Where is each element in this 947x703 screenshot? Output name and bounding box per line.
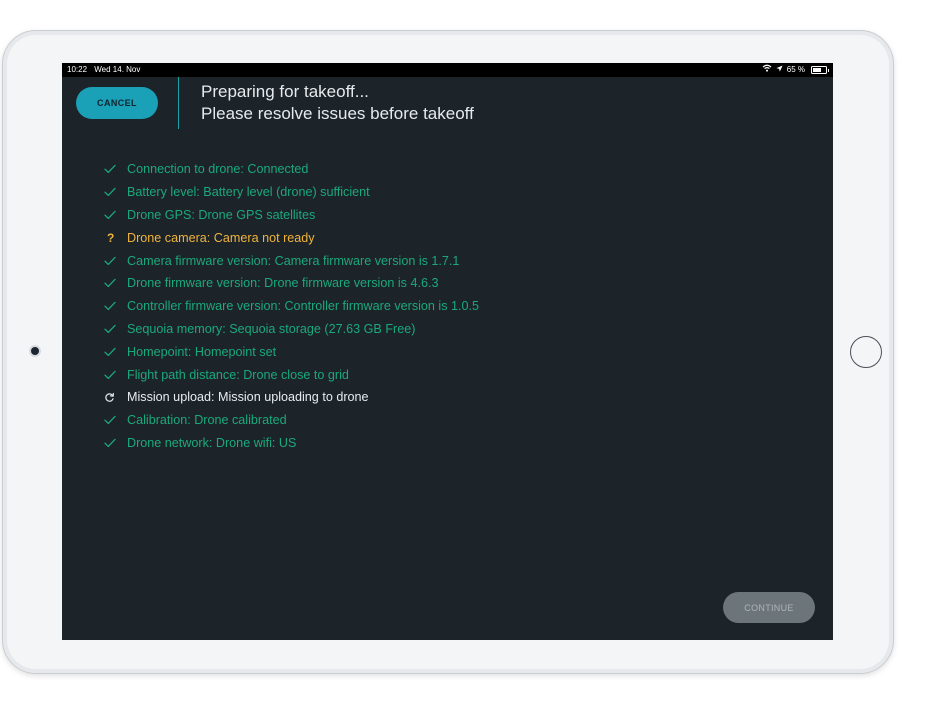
checklist-item-text: Flight path distance: Drone close to gri… <box>127 367 349 382</box>
checkmark-icon <box>104 415 127 425</box>
checklist-item: Drone firmware version: Drone firmware v… <box>104 272 479 295</box>
checklist-item: Mission upload: Mission uploading to dro… <box>104 386 479 409</box>
app-screen: 10:22 Wed 14. Nov 65 % CANCEL Preparing … <box>62 63 833 640</box>
checklist-item: Drone network: Drone wifi: US <box>104 432 479 455</box>
checklist-item-text: Mission upload: Mission uploading to dro… <box>127 390 369 405</box>
location-arrow-icon <box>776 63 783 77</box>
question-mark-glyph: ? <box>107 230 115 245</box>
checklist-item: Controller firmware version: Controller … <box>104 295 479 318</box>
question-mark-icon: ? <box>104 231 127 245</box>
front-camera <box>31 347 39 355</box>
wifi-icon <box>762 63 772 77</box>
checkmark-icon <box>104 347 127 357</box>
page-title: Preparing for takeoff... Please resolve … <box>201 81 474 125</box>
checklist-item-text: Battery level: Battery level (drone) suf… <box>127 185 370 200</box>
checklist-item-text: Sequoia memory: Sequoia storage (27.63 G… <box>127 321 416 336</box>
cancel-button[interactable]: CANCEL <box>76 87 158 119</box>
title-line-2: Please resolve issues before takeoff <box>201 104 474 123</box>
checklist-item: Homepoint: Homepoint set <box>104 340 479 363</box>
checkmark-icon <box>104 370 127 380</box>
status-bar: 10:22 Wed 14. Nov 65 % <box>62 63 833 77</box>
checklist-item-text: Drone network: Drone wifi: US <box>127 435 297 450</box>
checklist-item: Battery level: Battery level (drone) suf… <box>104 181 479 204</box>
checklist-item-text: Controller firmware version: Controller … <box>127 299 480 314</box>
checkmark-icon <box>104 278 127 288</box>
checklist-item-text: Drone camera: Camera not ready <box>127 230 315 245</box>
checklist-item: Calibration: Drone calibrated <box>104 409 479 432</box>
battery-percent: 65 % <box>786 65 805 74</box>
title-line-1: Preparing for takeoff... <box>201 82 369 101</box>
checklist-item: Drone GPS: Drone GPS satellites <box>104 204 479 227</box>
checklist-item-text: Camera firmware version: Camera firmware… <box>127 253 460 268</box>
checkmark-icon <box>104 324 127 334</box>
checkmark-icon <box>104 301 127 311</box>
refresh-icon <box>104 392 127 403</box>
status-time: 10:22 <box>67 65 88 74</box>
checklist-item: Camera firmware version: Camera firmware… <box>104 249 479 272</box>
checklist-item: Flight path distance: Drone close to gri… <box>104 363 479 386</box>
preflight-checklist: Connection to drone: Connected Battery le… <box>104 158 479 454</box>
checkmark-icon <box>104 164 127 174</box>
status-left: 10:22 Wed 14. Nov <box>67 63 145 77</box>
battery-icon <box>811 66 829 74</box>
checklist-item-text: Drone firmware version: Drone firmware v… <box>127 276 439 291</box>
checkmark-icon <box>104 438 127 448</box>
checkmark-icon <box>104 256 127 266</box>
header-divider <box>178 77 179 129</box>
checkmark-icon <box>104 187 127 197</box>
checklist-item-text: Calibration: Drone calibrated <box>127 413 287 428</box>
checklist-item: Connection to drone: Connected <box>104 158 479 181</box>
status-date: Wed 14. Nov <box>94 65 141 74</box>
status-right: 65 % <box>762 63 829 77</box>
continue-button[interactable]: CONTINUE <box>723 592 815 623</box>
checklist-item: ? Drone camera: Camera not ready <box>104 226 479 249</box>
checkmark-icon <box>104 210 127 220</box>
checklist-item-text: Drone GPS: Drone GPS satellites <box>127 207 316 222</box>
checklist-item: Sequoia memory: Sequoia storage (27.63 G… <box>104 318 479 341</box>
home-button[interactable] <box>850 336 882 368</box>
checklist-item-text: Homepoint: Homepoint set <box>127 344 277 359</box>
checklist-item-text: Connection to drone: Connected <box>127 162 309 177</box>
